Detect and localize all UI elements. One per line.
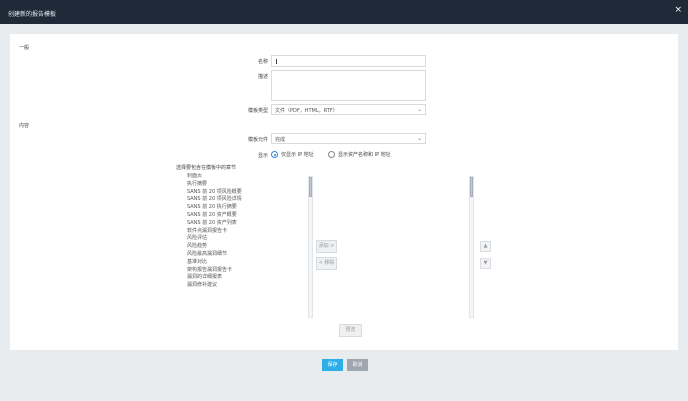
remove-button[interactable]: < 移除 [316,257,337,270]
list-item[interactable]: 基准对比 [187,259,307,267]
list-item[interactable]: 封面页 [187,173,307,181]
chapters-title: 选择要包含在模板中的章节 [176,165,237,171]
cancel-button[interactable]: 取消 [347,359,368,371]
selected-scrollbar[interactable] [469,176,474,318]
template-value: 完成 [275,137,286,143]
section-content-label: 内容 [19,123,30,129]
display-label: 显示 [257,153,268,159]
scrollbar-thumb[interactable] [470,177,473,197]
section-general-label: 一般 [19,45,30,51]
available-scrollbar[interactable] [308,176,313,318]
dialog-titlebar: 创建新的报告模板 × [0,0,688,24]
move-down-button[interactable]: ▼ [480,258,491,269]
list-item[interactable]: SANS 前 20 资产概要 [187,212,307,220]
list-item[interactable]: 风险趋势 [187,243,307,251]
list-item[interactable]: 漏洞修补建议 [187,282,307,290]
description-textarea[interactable] [271,70,426,101]
list-item[interactable]: SANS 前 20 执行摘要 [187,204,307,212]
name-input[interactable] [271,55,426,67]
description-label: 描述 [257,74,268,80]
dialog-panel: 一般 名称 描述 模板类型 文件（PDF，HTML，RTF） ⌄ 内容 模板元件… [10,34,678,350]
chevron-down-icon: ⌄ [416,135,422,142]
radio-checked-icon[interactable] [271,151,278,158]
add-button[interactable]: 添加 > [316,240,337,253]
radio-ip-and-host[interactable]: 显示资产名称和 IP 地址 [328,151,391,158]
list-item[interactable]: 执行摘要 [187,181,307,189]
template-label: 模板元件 [247,137,268,143]
template-type-value: 文件（PDF，HTML，RTF） [275,108,338,114]
preview-button[interactable]: 预览 [339,324,362,337]
template-type-label: 模板类型 [247,108,268,114]
radio-ip-only-label: 仅显示 IP 地址 [281,152,314,158]
template-select[interactable]: 完成 ⌄ [271,133,426,144]
radio-ip-and-host-label: 显示资产名称和 IP 地址 [338,152,391,158]
chevron-down-icon: ⌄ [416,106,422,113]
radio-unchecked-icon[interactable] [328,151,335,158]
available-chapters-list[interactable]: 封面页 执行摘要 SANS 前 20 项风险概要 SANS 前 20 项风险详情… [187,173,307,320]
list-item[interactable]: SANS 前 20 资产列表 [187,220,307,228]
template-type-select[interactable]: 文件（PDF，HTML，RTF） ⌄ [271,104,426,115]
scrollbar-thumb[interactable] [309,177,312,197]
move-up-button[interactable]: ▲ [480,241,491,252]
dialog-title: 创建新的报告模板 [8,11,57,18]
name-label: 名称 [257,59,268,65]
list-item[interactable]: 漏洞的详细报表 [187,274,307,282]
radio-ip-only[interactable]: 仅显示 IP 地址 [271,151,314,158]
save-button[interactable]: 保存 [322,359,343,371]
list-item[interactable]: 风险评估 [187,235,307,243]
text-cursor [276,59,277,64]
close-icon[interactable]: × [674,6,682,15]
list-item[interactable]: 风险最高漏洞细节 [187,251,307,259]
